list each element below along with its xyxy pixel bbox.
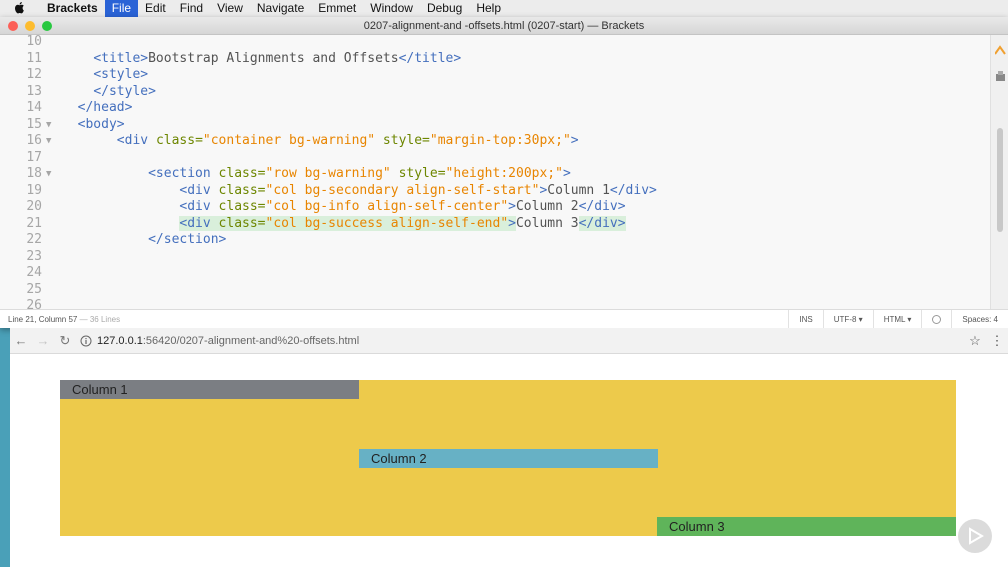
fold-arrow-icon[interactable]: ▼ bbox=[46, 117, 51, 134]
info-icon[interactable] bbox=[80, 335, 92, 347]
encoding-select[interactable]: UTF-8 ▾ bbox=[822, 309, 873, 329]
code-text: <title>Bootstrap Alignments and Offsets<… bbox=[93, 50, 462, 66]
code-line[interactable]: 15 ▼ <body> bbox=[0, 117, 990, 134]
line-number[interactable]: 25 bbox=[0, 282, 42, 299]
bootstrap-row: Column 1 Column 2 Column 3 bbox=[60, 380, 956, 536]
menu-window[interactable]: Window bbox=[363, 0, 420, 17]
code-line[interactable]: 17 bbox=[0, 150, 990, 167]
zoom-window-button[interactable] bbox=[42, 20, 52, 31]
minimize-window-button[interactable] bbox=[25, 20, 35, 31]
chevron-down-icon: ▾ bbox=[907, 314, 912, 324]
chevron-down-icon: ▾ bbox=[858, 314, 863, 324]
line-number[interactable]: 12 bbox=[0, 67, 42, 84]
menu-edit[interactable]: Edit bbox=[138, 0, 173, 17]
menu-app-name[interactable]: Brackets bbox=[40, 0, 105, 17]
menu-help[interactable]: Help bbox=[469, 0, 508, 17]
code-line[interactable]: 19 <div class="col bg-secondary align-se… bbox=[0, 183, 990, 200]
play-logo-icon bbox=[958, 519, 992, 553]
live-preview-icon[interactable] bbox=[995, 45, 1006, 56]
line-number[interactable]: 23 bbox=[0, 249, 42, 266]
editor-right-panel bbox=[990, 35, 1008, 309]
extension-manager-icon[interactable] bbox=[995, 71, 1006, 82]
menu-navigate[interactable]: Navigate bbox=[250, 0, 311, 17]
code-text: <body> bbox=[77, 116, 125, 132]
window-title: 0207-alignment-and -offsets.html (0207-s… bbox=[363, 19, 645, 32]
window-titlebar[interactable]: 0207-alignment-and -offsets.html (0207-s… bbox=[0, 17, 1008, 35]
forward-arrow-icon[interactable]: → bbox=[32, 333, 54, 348]
browser-window: ← → ↻ 127.0.0.1:56420/0207-alignment-and… bbox=[10, 328, 1008, 567]
line-number[interactable]: 21 bbox=[0, 216, 42, 233]
code-text: <div class="col bg-secondary align-self-… bbox=[179, 182, 657, 198]
line-number[interactable]: 16 bbox=[0, 133, 42, 150]
menu-file[interactable]: File bbox=[104, 0, 139, 17]
code-line[interactable]: 21 <div class="col bg-success align-self… bbox=[0, 215, 990, 233]
url-text: 127.0.0.1:56420/0207-alignment-and%20-of… bbox=[97, 334, 360, 347]
bookmark-star-icon[interactable]: ☆ bbox=[964, 333, 986, 349]
code-line[interactable]: 10 bbox=[0, 35, 990, 51]
code-text: <div class="container bg-warning" style=… bbox=[116, 133, 579, 148]
apple-icon[interactable] bbox=[14, 1, 30, 17]
line-count: — 36 Lines bbox=[79, 314, 121, 324]
code-line[interactable]: 13 </style> bbox=[0, 84, 990, 101]
code-line[interactable]: 22 </section> bbox=[0, 232, 990, 249]
line-number[interactable]: 17 bbox=[0, 150, 42, 167]
column-2: Column 2 bbox=[359, 449, 658, 468]
code-text: <style> bbox=[93, 67, 149, 82]
code-line[interactable]: 18 ▼ <section class="row bg-warning" styl… bbox=[0, 166, 990, 183]
linter-circle-icon bbox=[932, 314, 942, 324]
code-text: <div class="col bg-success align-self-en… bbox=[179, 215, 626, 231]
editor-window: 0207-alignment-and -offsets.html (0207-s… bbox=[0, 17, 1008, 329]
status-bar: Line 21, Column 57 — 36 Lines INS UTF-8 … bbox=[0, 309, 1008, 329]
code-text: </head> bbox=[77, 100, 133, 115]
fold-arrow-icon[interactable]: ▼ bbox=[46, 133, 51, 150]
browser-toolbar: ← → ↻ 127.0.0.1:56420/0207-alignment-and… bbox=[10, 328, 1008, 354]
line-number[interactable]: 13 bbox=[0, 84, 42, 101]
column-3: Column 3 bbox=[657, 517, 956, 536]
menu-bar: Brackets File Edit Find View Navigate Em… bbox=[0, 0, 1008, 17]
line-number[interactable]: 18 bbox=[0, 166, 42, 183]
language-select[interactable]: HTML ▾ bbox=[872, 309, 922, 329]
code-line[interactable]: 14 </head> bbox=[0, 100, 990, 117]
page-content: Column 1 Column 2 Column 3 bbox=[10, 354, 1008, 567]
code-line[interactable]: 12 <style> bbox=[0, 67, 990, 84]
code-line[interactable]: 23 bbox=[0, 249, 990, 266]
cursor-position: Line 21, Column 57 — 36 Lines bbox=[8, 314, 121, 324]
menu-view[interactable]: View bbox=[210, 0, 250, 17]
editor-scrollbar-thumb[interactable] bbox=[997, 128, 1003, 232]
linter-status[interactable] bbox=[921, 309, 951, 329]
code-editor[interactable]: 10 11 <title>Bootstrap Alignments and Off… bbox=[0, 35, 990, 309]
close-window-button[interactable] bbox=[8, 20, 18, 31]
code-line[interactable]: 26 bbox=[0, 298, 990, 309]
menu-emmet[interactable]: Emmet bbox=[311, 0, 363, 17]
code-line[interactable]: 16 ▼ <div class="container bg-warning" st… bbox=[0, 133, 990, 150]
back-arrow-icon[interactable]: ← bbox=[10, 333, 32, 348]
code-line[interactable]: 24 bbox=[0, 265, 990, 282]
line-number[interactable]: 26 bbox=[0, 298, 42, 309]
code-line[interactable]: 11 <title>Bootstrap Alignments and Offse… bbox=[0, 51, 990, 68]
browser-menu-icon[interactable]: ⋮ bbox=[986, 333, 1008, 349]
menu-find[interactable]: Find bbox=[173, 0, 210, 17]
fold-arrow-icon[interactable]: ▼ bbox=[46, 166, 51, 183]
code-text: </section> bbox=[148, 232, 227, 247]
insert-mode-toggle[interactable]: INS bbox=[788, 309, 822, 329]
line-number[interactable]: 15 bbox=[0, 117, 42, 134]
line-number[interactable]: 14 bbox=[0, 100, 42, 117]
code-line[interactable]: 20 <div class="col bg-info align-self-ce… bbox=[0, 199, 990, 216]
code-text: <section class="row bg-warning" style="h… bbox=[148, 166, 571, 181]
line-number[interactable]: 19 bbox=[0, 183, 42, 200]
indent-spaces[interactable]: Spaces: 4 bbox=[951, 309, 1008, 329]
line-number[interactable]: 20 bbox=[0, 199, 42, 216]
menu-debug[interactable]: Debug bbox=[420, 0, 469, 17]
code-text: <div class="col bg-info align-self-cente… bbox=[179, 199, 626, 214]
line-number[interactable]: 24 bbox=[0, 265, 42, 282]
reload-icon[interactable]: ↻ bbox=[54, 333, 76, 349]
line-number[interactable]: 22 bbox=[0, 232, 42, 249]
line-number[interactable]: 11 bbox=[0, 51, 42, 68]
column-1: Column 1 bbox=[60, 380, 359, 399]
code-text: </style> bbox=[93, 83, 156, 99]
code-line[interactable]: 25 bbox=[0, 282, 990, 299]
address-bar[interactable]: 127.0.0.1:56420/0207-alignment-and%20-of… bbox=[80, 331, 964, 351]
line-number[interactable]: 10 bbox=[0, 35, 42, 51]
